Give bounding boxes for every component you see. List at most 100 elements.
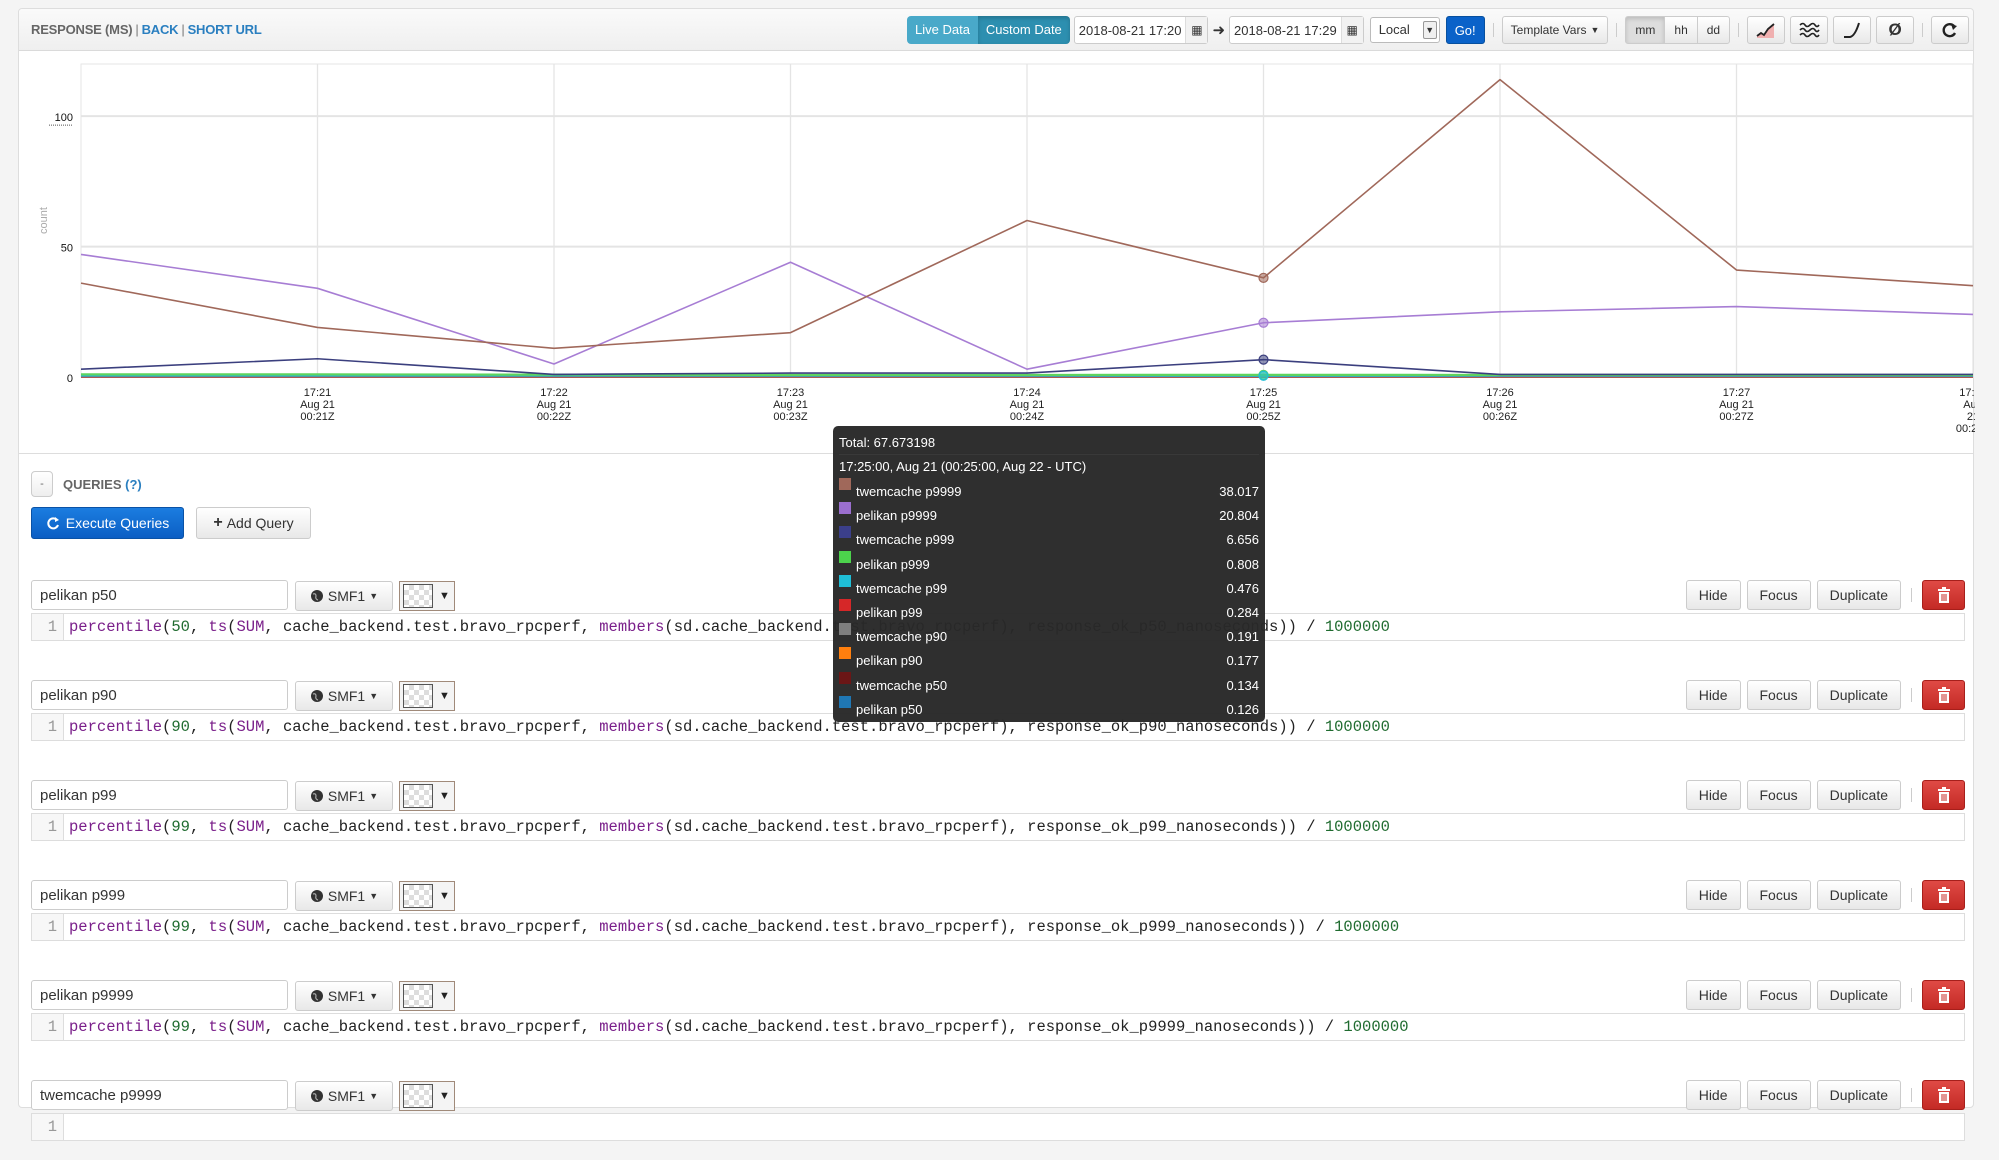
duplicate-button[interactable]: Duplicate — [1817, 780, 1901, 810]
query-expression[interactable]: percentile(99, ts(SUM, cache_backend.tes… — [64, 918, 1399, 936]
timezone-select[interactable]: Local ▼ — [1370, 17, 1440, 43]
area-chart-button[interactable] — [1747, 16, 1785, 44]
go-button[interactable]: Go! — [1446, 16, 1485, 44]
delete-query-button[interactable] — [1922, 980, 1965, 1010]
query-expression[interactable]: percentile(99, ts(SUM, cache_backend.tes… — [64, 818, 1390, 836]
source-dropdown[interactable]: SMF1▼ — [295, 681, 393, 711]
plus-icon: + — [213, 510, 222, 536]
duplicate-button[interactable]: Duplicate — [1817, 580, 1901, 610]
hide-button[interactable]: Hide — [1686, 880, 1741, 910]
series-name: pelikan p99 — [856, 605, 923, 620]
query-name-input[interactable] — [31, 580, 288, 610]
template-vars-button[interactable]: Template Vars ▼ — [1502, 16, 1609, 44]
delete-query-button[interactable] — [1922, 580, 1965, 610]
chart-area[interactable]: 050100count17:21Aug 2100:21Z17:22Aug 210… — [19, 52, 1973, 454]
line-chart[interactable]: 050100count17:21Aug 2100:21Z17:22Aug 210… — [19, 52, 1975, 454]
collapse-queries-button[interactable]: - — [31, 471, 53, 497]
series-value: 38.017 — [1219, 484, 1259, 499]
hide-button[interactable]: Hide — [1686, 680, 1741, 710]
source-dropdown[interactable]: SMF1▼ — [295, 881, 393, 911]
focus-button[interactable]: Focus — [1747, 780, 1811, 810]
source-dropdown[interactable]: SMF1▼ — [295, 781, 393, 811]
duplicate-button[interactable]: Duplicate — [1817, 980, 1901, 1010]
query-editor[interactable]: 1percentile(99, ts(SUM, cache_backend.te… — [31, 913, 1965, 941]
focus-button[interactable]: Focus — [1747, 1080, 1811, 1110]
custom-date-button[interactable]: Custom Date — [978, 16, 1070, 44]
query-editor[interactable]: 1 — [31, 1113, 1965, 1141]
queries-help-link[interactable]: (?) — [125, 477, 142, 492]
granularity-mm[interactable]: mm — [1625, 16, 1665, 44]
live-data-button[interactable]: Live Data — [907, 16, 978, 44]
log-scale-button[interactable] — [1833, 16, 1871, 44]
line-number: 1 — [32, 1014, 64, 1040]
color-picker[interactable]: ▼ — [399, 981, 455, 1011]
granularity-hh[interactable]: hh — [1664, 16, 1697, 44]
hide-button[interactable]: Hide — [1686, 980, 1741, 1010]
caret-down-icon: ▼ — [439, 690, 450, 702]
focus-button[interactable]: Focus — [1747, 980, 1811, 1010]
duplicate-button[interactable]: Duplicate — [1817, 880, 1901, 910]
focus-button[interactable]: Focus — [1747, 680, 1811, 710]
hide-button[interactable]: Hide — [1686, 580, 1741, 610]
stacked-wave-button[interactable] — [1790, 16, 1828, 44]
query-actions: HideFocusDuplicate — [1686, 680, 1965, 710]
data-point-marker[interactable] — [1259, 371, 1268, 380]
query-editor[interactable]: 1percentile(99, ts(SUM, cache_backend.te… — [31, 813, 1965, 841]
series-swatch — [839, 551, 851, 563]
y-tick-label: 0 — [67, 373, 73, 385]
delete-query-button[interactable] — [1922, 680, 1965, 710]
x-tick-label: Aug 21 — [537, 399, 572, 411]
calendar-icon[interactable]: ▦ — [1341, 17, 1363, 43]
x-tick-label: 00:27Z — [1719, 411, 1754, 423]
data-point-marker[interactable] — [1259, 355, 1268, 364]
data-point-marker[interactable] — [1259, 318, 1268, 327]
focus-button[interactable]: Focus — [1747, 880, 1811, 910]
hide-button[interactable]: Hide — [1686, 780, 1741, 810]
series-swatch — [839, 623, 851, 635]
calendar-icon[interactable]: ▦ — [1185, 17, 1207, 43]
focus-button[interactable]: Focus — [1747, 580, 1811, 610]
query-editor[interactable]: 1percentile(99, ts(SUM, cache_backend.te… — [31, 1013, 1965, 1041]
query-expression[interactable]: percentile(99, ts(SUM, cache_backend.tes… — [64, 1018, 1409, 1036]
back-link[interactable]: BACK — [142, 22, 179, 37]
globe-icon — [310, 589, 324, 603]
end-date-field[interactable]: 2018-08-21 17:29 ▦ — [1229, 16, 1364, 44]
source-label: SMF1 — [328, 583, 365, 609]
query-name-input[interactable] — [31, 680, 288, 710]
hide-button[interactable]: Hide — [1686, 1080, 1741, 1110]
source-dropdown[interactable]: SMF1▼ — [295, 1081, 393, 1111]
color-picker[interactable]: ▼ — [399, 881, 455, 911]
color-swatch — [403, 784, 433, 808]
start-date-field[interactable]: 2018-08-21 17:20 ▦ — [1074, 16, 1209, 44]
source-dropdown[interactable]: SMF1▼ — [295, 581, 393, 611]
delete-query-button[interactable] — [1922, 1080, 1965, 1110]
delete-query-button[interactable] — [1922, 780, 1965, 810]
data-point-marker[interactable] — [1259, 273, 1268, 282]
y-axis-label: count — [38, 207, 50, 234]
color-picker[interactable]: ▼ — [399, 581, 455, 611]
share-button[interactable] — [1931, 16, 1969, 44]
x-tick-label: 00:24Z — [1010, 411, 1045, 423]
caret-down-icon: ▼ — [369, 783, 378, 809]
series-value: 0.476 — [1226, 581, 1259, 596]
query-name-input[interactable] — [31, 880, 288, 910]
query-name-input[interactable] — [31, 980, 288, 1010]
color-picker[interactable]: ▼ — [399, 1081, 455, 1111]
duplicate-button[interactable]: Duplicate — [1817, 1080, 1901, 1110]
null-zero-button[interactable]: Ø — [1876, 16, 1914, 44]
short-url-link[interactable]: SHORT URL — [188, 22, 262, 37]
source-dropdown[interactable]: SMF1▼ — [295, 981, 393, 1011]
color-picker[interactable]: ▼ — [399, 781, 455, 811]
series-name: twemcache p50 — [856, 678, 947, 693]
x-tick-label: 17:21 — [304, 387, 332, 399]
granularity-dd[interactable]: dd — [1697, 16, 1730, 44]
query-actions: HideFocusDuplicate — [1686, 1080, 1965, 1110]
duplicate-button[interactable]: Duplicate — [1817, 680, 1901, 710]
query-name-input[interactable] — [31, 780, 288, 810]
queries-label: QUERIES (?) — [63, 477, 142, 492]
add-query-button[interactable]: + Add Query — [196, 507, 311, 539]
delete-query-button[interactable] — [1922, 880, 1965, 910]
color-picker[interactable]: ▼ — [399, 681, 455, 711]
execute-queries-button[interactable]: Execute Queries — [31, 507, 184, 539]
query-name-input[interactable] — [31, 1080, 288, 1110]
